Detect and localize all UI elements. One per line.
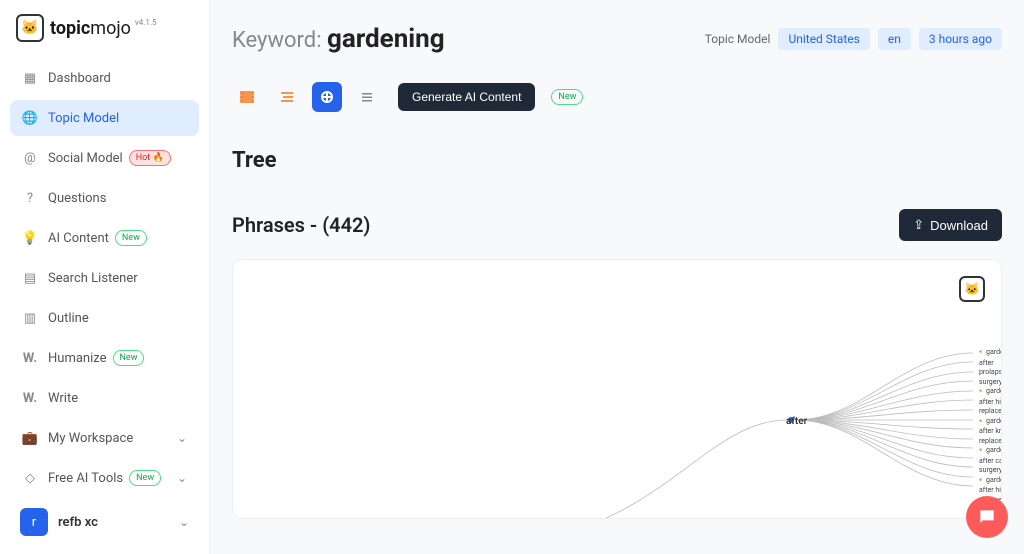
watermark-icon: 🐱 <box>959 276 985 302</box>
nav-write[interactable]: W. Write <box>10 380 199 416</box>
nav-dashboard[interactable]: ▦ Dashboard <box>10 60 199 96</box>
nav-label: AI Content <box>48 231 109 246</box>
nav-search-listener[interactable]: ▤ Search Listener <box>10 260 199 296</box>
nav-topic-model[interactable]: 🌐 Topic Model <box>10 100 199 136</box>
view-list-button[interactable] <box>232 82 262 112</box>
nav-ai-content[interactable]: 💡 AI Content New <box>10 220 199 256</box>
tree-section-title: Tree <box>232 148 1002 173</box>
user-menu[interactable]: r refb xc ⌄ <box>10 500 199 544</box>
logo-light: mojo <box>90 18 131 39</box>
keyword-value: gardening <box>327 24 445 54</box>
grid-icon: ▦ <box>22 70 38 86</box>
app-logo[interactable]: 🐱 topicmojo v4.1.5 <box>0 10 209 60</box>
nav-humanize[interactable]: W. Humanize New <box>10 340 199 376</box>
nav-label: Social Model <box>48 151 123 166</box>
user-name: refb xc <box>58 515 98 530</box>
nav-questions[interactable]: ? Questions <box>10 180 199 216</box>
nav-label: Search Listener <box>48 271 138 286</box>
leaf-list: gardening after prolapse surgerygardenin… <box>979 348 1002 519</box>
w-icon: W. <box>22 390 38 406</box>
nav-label: Questions <box>48 191 106 206</box>
phrases-title: Phrases - (442) <box>232 213 370 237</box>
new-badge: New <box>129 470 161 486</box>
branch-label: after <box>786 416 807 427</box>
new-badge: New <box>113 350 145 366</box>
nav-social-model[interactable]: @ Social Model Hot 🔥 <box>10 140 199 176</box>
question-icon: ? <box>22 190 38 206</box>
new-badge: New <box>115 230 147 246</box>
bulb-icon: 💡 <box>22 230 38 246</box>
new-badge: New <box>551 89 583 105</box>
chevron-down-icon: ⌄ <box>179 515 189 529</box>
logo-bold: topic <box>50 18 90 39</box>
view-menu-button[interactable] <box>352 82 382 112</box>
tree-visualization: 🐱 <box>232 259 1002 519</box>
nav-my-workspace[interactable]: 💼 My Workspace ⌄ <box>10 420 199 456</box>
leaf-item: gardening after prolapse surgery <box>979 348 1002 387</box>
chat-bubble[interactable] <box>966 496 1008 538</box>
briefcase-icon: 💼 <box>22 430 38 446</box>
page-title: Keyword: gardening <box>232 24 445 54</box>
view-align-button[interactable] <box>272 82 302 112</box>
nav-label: Outline <box>48 311 89 326</box>
hot-badge: Hot 🔥 <box>129 150 171 166</box>
tree-svg <box>503 340 983 519</box>
nav-label: Free AI Tools <box>48 471 123 486</box>
download-icon: ⇪ <box>913 217 924 233</box>
country-chip[interactable]: United States <box>778 28 869 50</box>
nav-label: Humanize <box>48 351 107 366</box>
file-icon: ▥ <box>22 310 38 326</box>
download-button[interactable]: ⇪ Download <box>899 209 1002 241</box>
w-icon: W. <box>22 350 38 366</box>
chat-icon <box>977 507 997 527</box>
keyword-label: Keyword: <box>232 28 327 53</box>
globe-icon: 🌐 <box>22 110 38 126</box>
leaf-item: gardening after knee replacement <box>979 417 1002 447</box>
nav-free-ai-tools[interactable]: ◇ Free AI Tools New ⌄ <box>10 460 199 496</box>
tool-icon: ◇ <box>22 470 38 486</box>
leaf-item: gardening after cataract surgery <box>979 446 1002 476</box>
nav-label: Write <box>48 391 78 406</box>
chevron-down-icon: ⌄ <box>177 431 187 445</box>
logo-icon: 🐱 <box>16 14 44 42</box>
nav-label: My Workspace <box>48 431 133 446</box>
avatar: r <box>20 508 48 536</box>
download-label: Download <box>930 218 988 233</box>
nav-outline[interactable]: ▥ Outline <box>10 300 199 336</box>
generate-ai-button[interactable]: Generate AI Content <box>398 83 535 111</box>
at-icon: @ <box>22 150 38 166</box>
leaf-item: gardening after hip replacement <box>979 387 1002 417</box>
nav-label: Dashboard <box>48 71 111 86</box>
nav-label: Topic Model <box>48 111 119 126</box>
version-text: v4.1.5 <box>135 18 157 27</box>
time-chip: 3 hours ago <box>919 28 1002 50</box>
lang-chip[interactable]: en <box>878 28 911 50</box>
view-tree-button[interactable] <box>312 82 342 112</box>
meta-label: Topic Model <box>705 32 771 46</box>
layers-icon: ▤ <box>22 270 38 286</box>
chevron-down-icon: ⌄ <box>177 471 187 485</box>
